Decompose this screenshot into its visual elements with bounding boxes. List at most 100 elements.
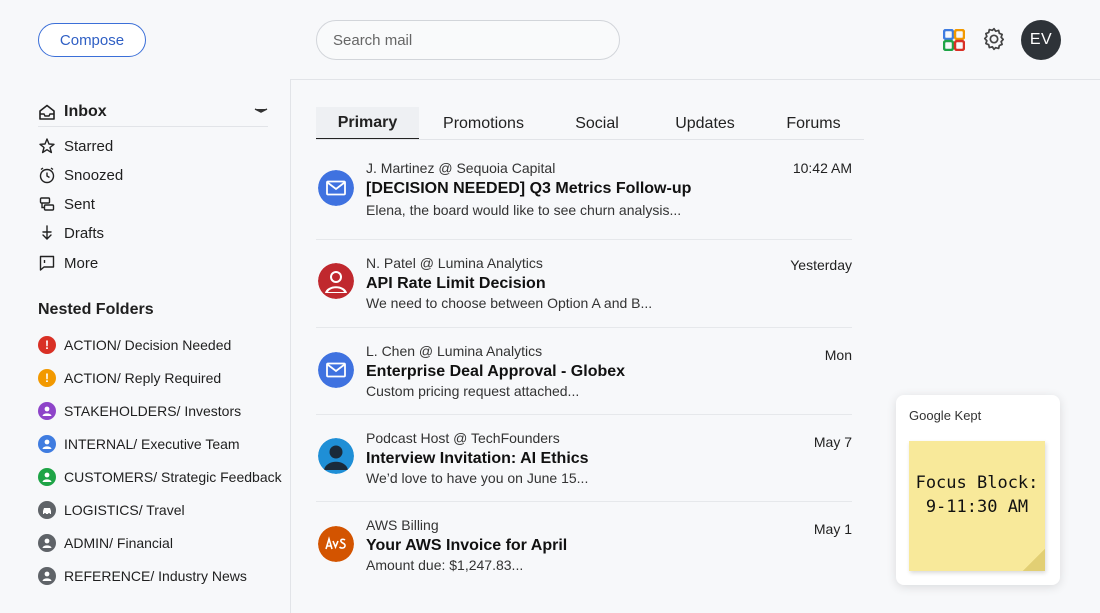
email-time: Mon	[824, 347, 852, 363]
clock-icon	[39, 167, 55, 184]
folder-admin-financial[interactable]: ADMIN / Financial	[38, 532, 288, 554]
gear-icon[interactable]	[981, 26, 1007, 52]
folder-name: / Industry News	[150, 568, 247, 584]
sidebar-item-starred[interactable]: Starred	[38, 134, 268, 158]
folder-category: INTERNAL	[64, 436, 134, 452]
more-icon	[39, 255, 55, 271]
folder-stakeholders-investors[interactable]: STAKEHOLDERS / Investors	[38, 400, 288, 422]
person-icon	[38, 402, 56, 420]
person-avatar-icon	[318, 263, 354, 299]
email-time: May 1	[813, 521, 852, 537]
folder-category: REFERENCE	[64, 568, 151, 584]
note-line: Focus Block:	[915, 473, 1039, 493]
compose-button[interactable]: Compose	[38, 23, 146, 57]
tab-forums[interactable]: Forums	[771, 107, 856, 140]
person-icon	[38, 534, 56, 552]
folder-category: STAKEHOLDERS	[64, 403, 177, 419]
email-subject: API Rate Limit Decision	[366, 275, 546, 292]
sidebar-item-inbox[interactable]: Inbox	[38, 98, 268, 126]
email-divider	[316, 239, 852, 240]
sidebar: Inbox Starred Snoozed Sent Drafts More N…	[0, 80, 290, 613]
email-snippet: Amount due: $1,247.83...	[366, 557, 524, 573]
folder-category: ADMIN	[64, 535, 110, 551]
email-snippet: Elena, the board would like to see churn…	[366, 202, 682, 218]
folder-action-decision-needed[interactable]: ! ACTION / Decision Needed	[38, 334, 288, 356]
header-divider	[290, 79, 1100, 80]
sidebar-item-snoozed[interactable]: Snoozed	[38, 163, 268, 187]
folder-action-reply-required[interactable]: ! ACTION / Reply Required	[38, 367, 288, 389]
sidebar-item-drafts[interactable]: Drafts	[38, 221, 268, 245]
sidebar-item-sent[interactable]: Sent	[38, 192, 268, 216]
email-snippet: We need to choose between Option A and B…	[366, 295, 653, 311]
email-snippet: Custom pricing request attached...	[366, 383, 580, 399]
folder-category: ACTION	[64, 337, 117, 353]
email-snippet: We’d love to have you on June 15...	[366, 470, 589, 486]
folder-name: / Financial	[109, 535, 173, 551]
note-fold	[1023, 549, 1045, 571]
kept-widget[interactable]: Google Kept Focus Block: 9-11:30 AM	[896, 395, 1060, 585]
envelope-icon	[318, 352, 354, 388]
email-subject: Enterprise Deal Approval - Globex	[366, 363, 626, 380]
email-time: May 7	[813, 434, 852, 450]
envelope-icon	[318, 170, 354, 206]
tab-social[interactable]: Social	[556, 107, 638, 140]
send-icon	[39, 197, 55, 211]
email-sender: AWS Billing	[366, 517, 439, 533]
aws-logo-icon	[318, 526, 354, 562]
person-avatar-icon	[318, 438, 354, 474]
apps-icon[interactable]	[943, 29, 965, 51]
car-icon	[38, 501, 56, 519]
search-bar[interactable]	[316, 20, 620, 60]
sidebar-item-label: Snoozed	[64, 166, 124, 184]
category-tabs: Primary Promotions Social Updates Forums	[316, 107, 864, 140]
note-line: 9-11:30 AM	[925, 497, 1029, 517]
person-icon	[38, 468, 56, 486]
star-icon	[39, 138, 55, 154]
email-divider	[316, 414, 852, 415]
folder-reference-industry-news[interactable]: REFERENCE / Industry News	[38, 565, 288, 587]
email-sender: J. Martinez @ Sequoia Capital	[366, 160, 556, 176]
note-text: Focus Block: 9-11:30 AM	[909, 471, 1045, 519]
kept-title: Google Kept	[909, 408, 982, 423]
sidebar-item-label: Starred	[64, 137, 114, 155]
email-time: Yesterday	[790, 257, 852, 273]
folder-internal-executive-team[interactable]: INTERNAL / Executive Team	[38, 433, 288, 455]
chevron-down-icon[interactable]	[254, 106, 268, 116]
inbox-icon	[39, 104, 55, 120]
email-sender: N. Patel @ Lumina Analytics	[366, 255, 543, 271]
search-input[interactable]	[333, 31, 603, 49]
avatar[interactable]: EV	[1021, 20, 1061, 60]
folder-logistics-travel[interactable]: LOGISTICS / Travel	[38, 499, 288, 521]
email-row[interactable]: N. Patel @ Lumina Analytics API Rate Lim…	[316, 247, 852, 325]
tab-promotions[interactable]: Promotions	[431, 107, 536, 140]
email-divider	[316, 501, 852, 502]
email-sender: L. Chen @ Lumina Analytics	[366, 343, 543, 359]
email-row[interactable]: L. Chen @ Lumina Analytics Enterprise De…	[316, 335, 852, 413]
draft-icon	[42, 225, 52, 240]
person-icon	[38, 435, 56, 453]
email-subject: [DECISION NEEDED] Q3 Metrics Follow-up	[366, 180, 692, 197]
email-subject: Your AWS Invoice for April	[366, 537, 568, 554]
sidebar-item-label: Sent	[64, 195, 95, 213]
alert-icon: !	[38, 369, 56, 387]
folder-customers-strategic-feedback[interactable]: CUSTOMERS / Strategic Feedback	[38, 466, 288, 488]
folder-category: CUSTOMERS	[64, 469, 154, 485]
email-sender: Podcast Host @ TechFounders	[366, 430, 560, 446]
sticky-note[interactable]: Focus Block: 9-11:30 AM	[909, 441, 1045, 571]
email-row[interactable]: Podcast Host @ TechFounders Interview In…	[316, 422, 852, 500]
sidebar-item-label: Drafts	[64, 224, 105, 242]
tab-updates[interactable]: Updates	[661, 107, 749, 140]
tab-primary[interactable]: Primary	[316, 107, 419, 140]
top-bar: Compose EV	[0, 0, 1100, 80]
sidebar-item-label: More	[64, 254, 99, 272]
email-row[interactable]: J. Martinez @ Sequoia Capital [DECISION …	[316, 152, 852, 232]
folder-name: / Executive Team	[133, 436, 240, 452]
folder-name: / Travel	[138, 502, 185, 518]
person-icon	[38, 567, 56, 585]
sidebar-divider	[290, 80, 291, 613]
email-row[interactable]: AWS Billing Your AWS Invoice for April A…	[316, 509, 852, 587]
email-subject: Interview Invitation: AI Ethics	[366, 450, 589, 467]
sidebar-item-more[interactable]: More	[38, 251, 268, 275]
email-divider	[316, 327, 852, 328]
folder-category: ACTION	[64, 370, 117, 386]
